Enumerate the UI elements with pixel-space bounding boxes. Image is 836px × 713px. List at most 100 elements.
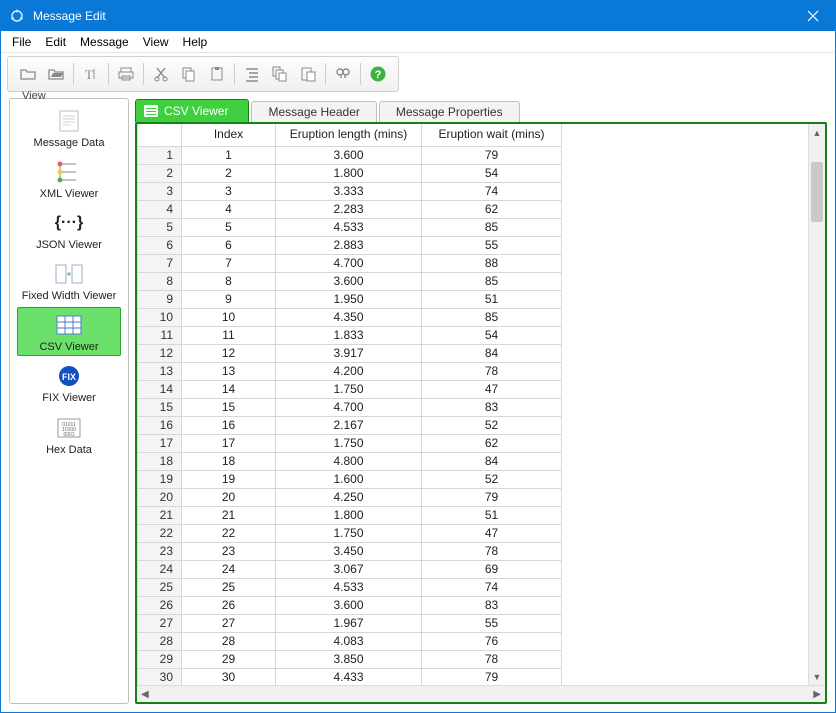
cell[interactable]: 5 xyxy=(182,218,276,236)
menu-help[interactable]: Help xyxy=(176,33,215,51)
cell[interactable]: 6 xyxy=(182,236,276,254)
table-row[interactable]: 883.60085 xyxy=(138,272,562,290)
cell[interactable]: 1.750 xyxy=(276,524,422,542)
table-row[interactable]: 19191.60052 xyxy=(138,470,562,488)
table-row[interactable]: 16162.16752 xyxy=(138,416,562,434)
cell[interactable]: 55 xyxy=(422,614,562,632)
cell[interactable]: 18 xyxy=(182,452,276,470)
cell[interactable]: 3.333 xyxy=(276,182,422,200)
sidebar-item-hex-data[interactable]: 01011101000001Hex Data xyxy=(17,410,121,459)
cell[interactable]: 15 xyxy=(182,398,276,416)
cell[interactable]: 4.800 xyxy=(276,452,422,470)
table-row[interactable]: 442.28362 xyxy=(138,200,562,218)
table-row[interactable]: 27271.96755 xyxy=(138,614,562,632)
cell[interactable]: 1.800 xyxy=(276,506,422,524)
sidebar-item-csv-viewer[interactable]: CSV Viewer xyxy=(17,307,121,356)
table-row[interactable]: 28284.08376 xyxy=(138,632,562,650)
cell[interactable]: 4.250 xyxy=(276,488,422,506)
find-icon[interactable] xyxy=(329,60,357,88)
cell[interactable]: 4 xyxy=(182,200,276,218)
menu-edit[interactable]: Edit xyxy=(38,33,73,51)
table-row[interactable]: 10104.35085 xyxy=(138,308,562,326)
cell[interactable]: 19 xyxy=(182,470,276,488)
cell[interactable]: 1 xyxy=(182,146,276,164)
table-row[interactable]: 20204.25079 xyxy=(138,488,562,506)
cut-icon[interactable] xyxy=(147,60,175,88)
table-row[interactable]: 23233.45078 xyxy=(138,542,562,560)
close-button[interactable] xyxy=(790,1,835,31)
cell[interactable]: 4.200 xyxy=(276,362,422,380)
scroll-left-icon[interactable]: ◀ xyxy=(141,689,149,700)
scroll-right-icon[interactable]: ▶ xyxy=(813,689,821,700)
cell[interactable]: 84 xyxy=(422,452,562,470)
table-row[interactable]: 13134.20078 xyxy=(138,362,562,380)
table-row[interactable]: 774.70088 xyxy=(138,254,562,272)
cell[interactable]: 47 xyxy=(422,524,562,542)
cell[interactable]: 14 xyxy=(182,380,276,398)
cell[interactable]: 85 xyxy=(422,308,562,326)
cell[interactable]: 24 xyxy=(182,560,276,578)
scroll-up-icon[interactable]: ▲ xyxy=(809,124,825,141)
table-row[interactable]: 29293.85078 xyxy=(138,650,562,668)
cell[interactable]: 47 xyxy=(422,380,562,398)
table-row[interactable]: 14141.75047 xyxy=(138,380,562,398)
cell[interactable]: 1.967 xyxy=(276,614,422,632)
cell[interactable]: 20 xyxy=(182,488,276,506)
cell[interactable]: 2.167 xyxy=(276,416,422,434)
cell[interactable]: 29 xyxy=(182,650,276,668)
cell[interactable]: 3.600 xyxy=(276,596,422,614)
cell[interactable]: 74 xyxy=(422,182,562,200)
table-row[interactable]: 25254.53374 xyxy=(138,578,562,596)
cell[interactable]: 1.833 xyxy=(276,326,422,344)
sidebar-item-message-data[interactable]: Message Data xyxy=(17,103,121,152)
cell[interactable]: 2.883 xyxy=(276,236,422,254)
cell[interactable]: 9 xyxy=(182,290,276,308)
cell[interactable]: 1.750 xyxy=(276,434,422,452)
cell[interactable]: 13 xyxy=(182,362,276,380)
column-header[interactable]: Eruption wait (mins) xyxy=(422,124,562,146)
menu-message[interactable]: Message xyxy=(73,33,136,51)
cell[interactable]: 21 xyxy=(182,506,276,524)
cell[interactable]: 3.917 xyxy=(276,344,422,362)
cell[interactable]: 79 xyxy=(422,668,562,685)
cell[interactable]: 4.533 xyxy=(276,578,422,596)
cell[interactable]: 27 xyxy=(182,614,276,632)
scroll-down-icon[interactable]: ▼ xyxy=(809,668,825,685)
cell[interactable]: 1.600 xyxy=(276,470,422,488)
column-header[interactable]: Eruption length (mins) xyxy=(276,124,422,146)
cell[interactable]: 76 xyxy=(422,632,562,650)
cell[interactable]: 4.350 xyxy=(276,308,422,326)
cell[interactable]: 4.533 xyxy=(276,218,422,236)
cell[interactable]: 51 xyxy=(422,506,562,524)
open-icon[interactable] xyxy=(14,60,42,88)
table-row[interactable]: 26263.60083 xyxy=(138,596,562,614)
horizontal-scrollbar[interactable]: ◀ ▶ xyxy=(137,685,825,702)
cell[interactable]: 79 xyxy=(422,488,562,506)
cell[interactable]: 52 xyxy=(422,416,562,434)
cell[interactable]: 1.800 xyxy=(276,164,422,182)
copy-icon[interactable] xyxy=(175,60,203,88)
scroll-thumb[interactable] xyxy=(811,162,823,222)
cell[interactable]: 88 xyxy=(422,254,562,272)
table-row[interactable]: 17171.75062 xyxy=(138,434,562,452)
tab-message-header[interactable]: Message Header xyxy=(251,101,376,122)
cell[interactable]: 22 xyxy=(182,524,276,542)
table-row[interactable]: 12123.91784 xyxy=(138,344,562,362)
cell[interactable]: 83 xyxy=(422,596,562,614)
cell[interactable]: 78 xyxy=(422,362,562,380)
cell[interactable]: 85 xyxy=(422,272,562,290)
cell[interactable]: 1.950 xyxy=(276,290,422,308)
menu-file[interactable]: File xyxy=(5,33,38,51)
cell[interactable]: 28 xyxy=(182,632,276,650)
print-icon[interactable] xyxy=(112,60,140,88)
cell[interactable]: 2 xyxy=(182,164,276,182)
column-header[interactable] xyxy=(138,124,182,146)
paste-icon[interactable] xyxy=(203,60,231,88)
table-row[interactable]: 333.33374 xyxy=(138,182,562,200)
cell[interactable]: 8 xyxy=(182,272,276,290)
cell[interactable]: 3.600 xyxy=(276,272,422,290)
table-row[interactable]: 554.53385 xyxy=(138,218,562,236)
cell[interactable]: 3 xyxy=(182,182,276,200)
cell[interactable]: 25 xyxy=(182,578,276,596)
table-row[interactable]: 18184.80084 xyxy=(138,452,562,470)
